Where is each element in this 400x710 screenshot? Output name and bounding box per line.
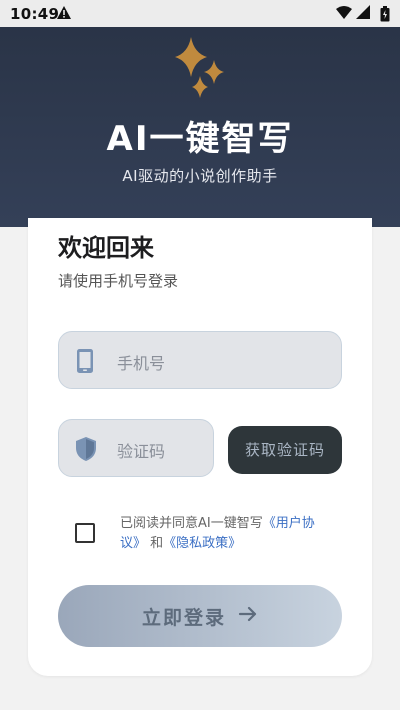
agreement-checkbox[interactable] <box>75 523 95 543</box>
shield-icon <box>75 436 97 466</box>
login-button[interactable]: 立即登录 <box>58 585 342 647</box>
status-time: 10:49 <box>10 5 60 23</box>
status-bar: 10:49 <box>0 0 400 27</box>
verification-code-input[interactable]: 验证码 <box>58 419 214 477</box>
sparkle-stars-icon <box>167 33 231 107</box>
phone-input[interactable]: 手机号 <box>58 331 342 389</box>
arrow-right-icon <box>238 605 258 628</box>
system-icons <box>336 5 370 23</box>
send-code-button[interactable]: 获取验证码 <box>228 426 342 474</box>
login-button-label: 立即登录 <box>141 606 226 629</box>
agreement-text: 已阅读并同意AI一键智写《用户协议》 和《隐私政策》 <box>120 514 330 554</box>
agreement-prefix: 已阅读并同意AI一键智写 <box>120 516 263 531</box>
battery-icon <box>380 6 390 26</box>
welcome-heading: 欢迎回来 <box>58 234 154 262</box>
code-placeholder: 验证码 <box>117 442 166 461</box>
signal-icon <box>356 5 370 23</box>
alert-icon <box>56 5 72 24</box>
login-card: 欢迎回来 请使用手机号登录 手机号 验证码 获取验证码 已阅读并同意AI一键智写… <box>28 218 372 676</box>
app-header: AI一键智写 AI驱动的小说创作助手 <box>0 27 400 227</box>
smartphone-icon <box>75 348 95 378</box>
app-title: AI一键智写 <box>106 119 294 159</box>
login-hint: 请使用手机号登录 <box>58 272 179 290</box>
wifi-icon <box>336 5 352 23</box>
app-subtitle: AI驱动的小说创作助手 <box>122 167 278 185</box>
agreement-conjunction: 和 <box>150 536 164 551</box>
privacy-policy-link[interactable]: 《隐私政策》 <box>163 536 241 551</box>
phone-placeholder: 手机号 <box>117 354 166 373</box>
